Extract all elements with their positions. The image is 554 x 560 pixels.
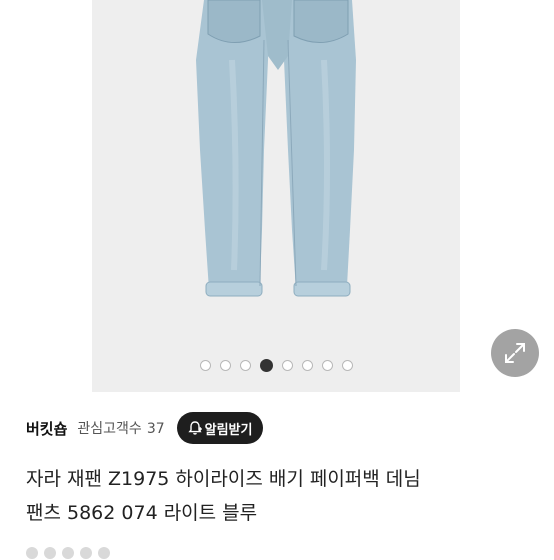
product-title-line1: 자라 재팬 Z1975 하이라이즈 배기 페이퍼백 데님 bbox=[26, 468, 421, 490]
carousel-dot[interactable] bbox=[341, 359, 353, 371]
seller-info: 버킷숍 관심고객수 37 알림받기 bbox=[26, 411, 264, 445]
rating-star bbox=[80, 547, 92, 559]
product-title-line2: 팬츠 5862 074 라이트 블루 bbox=[26, 502, 258, 524]
rating-row bbox=[26, 546, 110, 560]
notify-label: 알림받기 bbox=[204, 422, 253, 438]
rating-star bbox=[44, 547, 56, 559]
carousel-dot[interactable] bbox=[219, 359, 231, 371]
expand-arrows-icon bbox=[505, 343, 525, 363]
carousel-dot[interactable] bbox=[199, 359, 211, 371]
product-title: 자라 재팬 Z1975 하이라이즈 배기 페이퍼백 데님 팬츠 5862 074… bbox=[26, 462, 536, 530]
jeans-photo bbox=[196, 0, 356, 297]
carousel-indicator bbox=[92, 358, 460, 372]
bell-plus-icon bbox=[188, 421, 202, 435]
carousel-dot[interactable] bbox=[301, 359, 313, 371]
carousel-dot[interactable] bbox=[239, 359, 251, 371]
rating-star bbox=[62, 547, 74, 559]
rating-star bbox=[26, 547, 38, 559]
product-image[interactable] bbox=[92, 0, 460, 392]
fans-label: 관심고객수 bbox=[77, 421, 142, 437]
notify-button[interactable]: 알림받기 bbox=[176, 412, 264, 444]
seller-name[interactable]: 버킷숍 bbox=[26, 418, 67, 439]
carousel-dot[interactable] bbox=[321, 359, 333, 371]
fans-count: 관심고객수 37 bbox=[77, 418, 164, 438]
carousel-dot[interactable] bbox=[281, 359, 293, 371]
expand-image-button[interactable] bbox=[491, 329, 539, 377]
rating-star bbox=[98, 547, 110, 559]
fans-number: 37 bbox=[146, 421, 165, 437]
carousel-dot[interactable] bbox=[259, 358, 273, 372]
